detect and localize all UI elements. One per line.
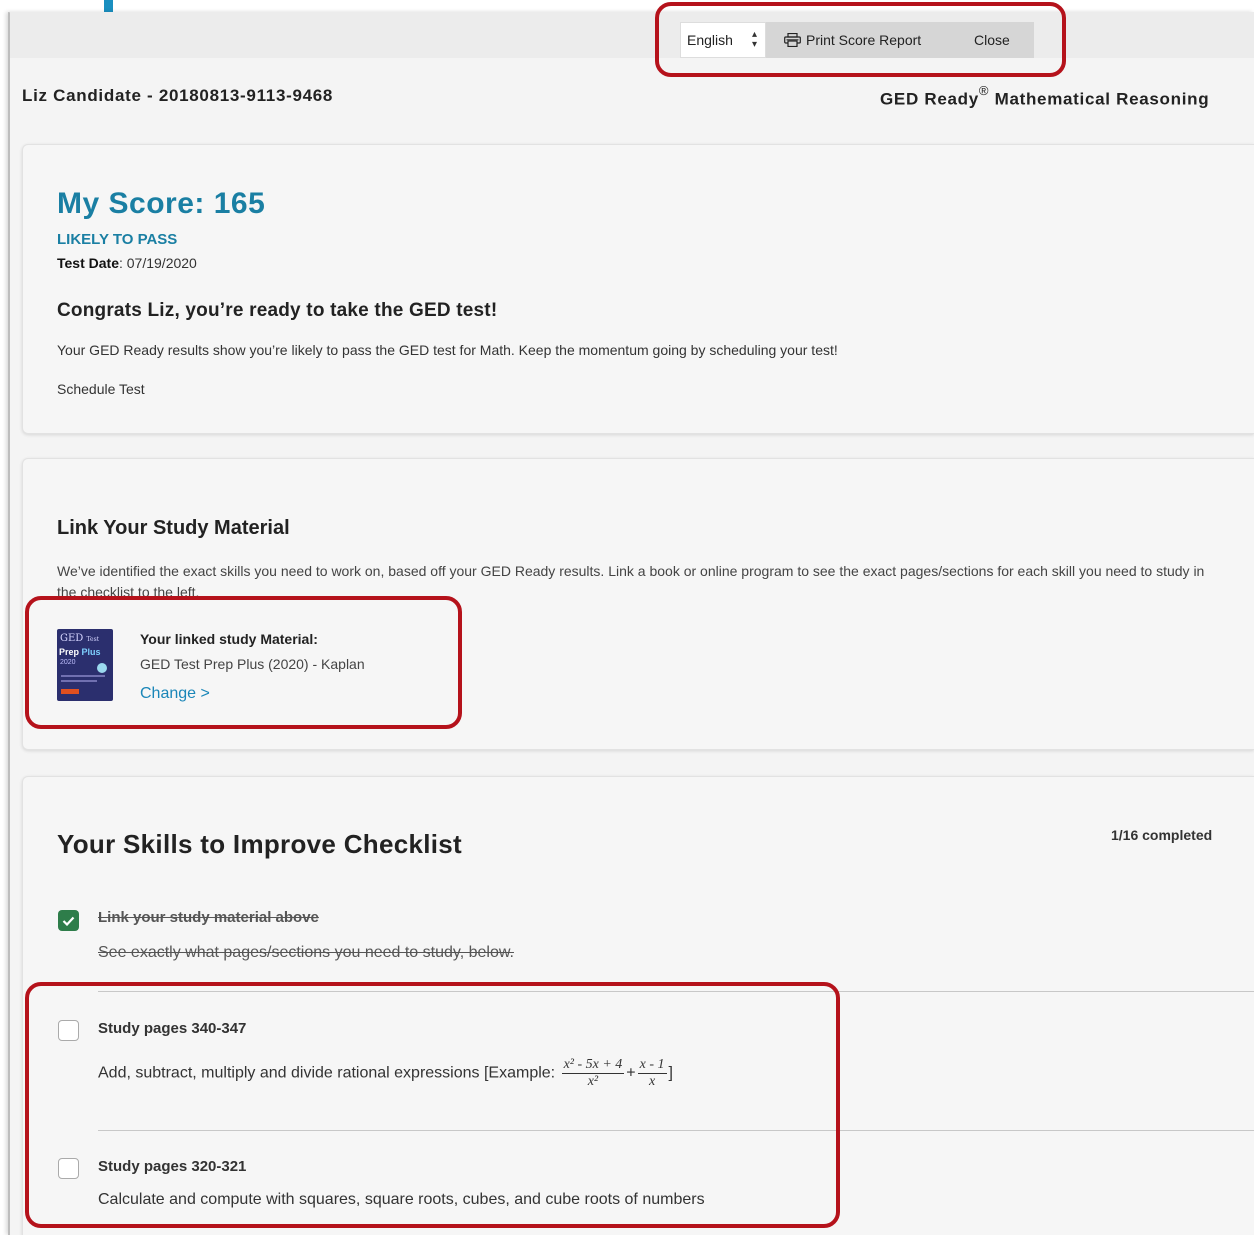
schedule-test-link[interactable]: Schedule Test [57,381,145,397]
registered-mark: ® [978,83,990,98]
study-material-heading: Link Your Study Material [57,517,290,539]
highlight-toolbar [655,2,1066,77]
test-date-label: Test Date [57,255,119,271]
checkmark-icon [62,916,75,926]
highlight-linked-material [25,596,462,729]
congrats-heading: Congrats Liz, you’re ready to take the G… [57,300,498,321]
checklist-progress: 1/16 completed [1111,827,1213,843]
test-title: GED Ready® Mathematical Reasoning [880,83,1210,110]
candidate-id: Liz Candidate - 20180813-9113-9468 [22,86,334,105]
test-name-suffix: Mathematical Reasoning [989,89,1210,109]
checklist-checkbox-checked[interactable] [58,910,79,931]
top-bar [10,12,1254,58]
test-name-prefix: GED Ready [880,89,979,109]
checklist-item-description: See exactly what pages/sections you need… [98,944,514,961]
test-date-value: : 07/19/2020 [118,255,197,271]
pass-status: LIKELY TO PASS [57,231,178,248]
score-title: My Score: 165 [57,187,266,220]
score-card: My Score: 165 LIKELY TO PASS Test Date: … [22,144,1254,434]
highlight-checklist-items [25,982,840,1228]
test-date: Test Date: 07/19/2020 [57,255,197,271]
checklist-item-title: Link your study material above [98,909,319,926]
results-message: Your GED Ready results show you’re likel… [57,342,838,358]
checklist-heading: Your Skills to Improve Checklist [57,829,463,859]
